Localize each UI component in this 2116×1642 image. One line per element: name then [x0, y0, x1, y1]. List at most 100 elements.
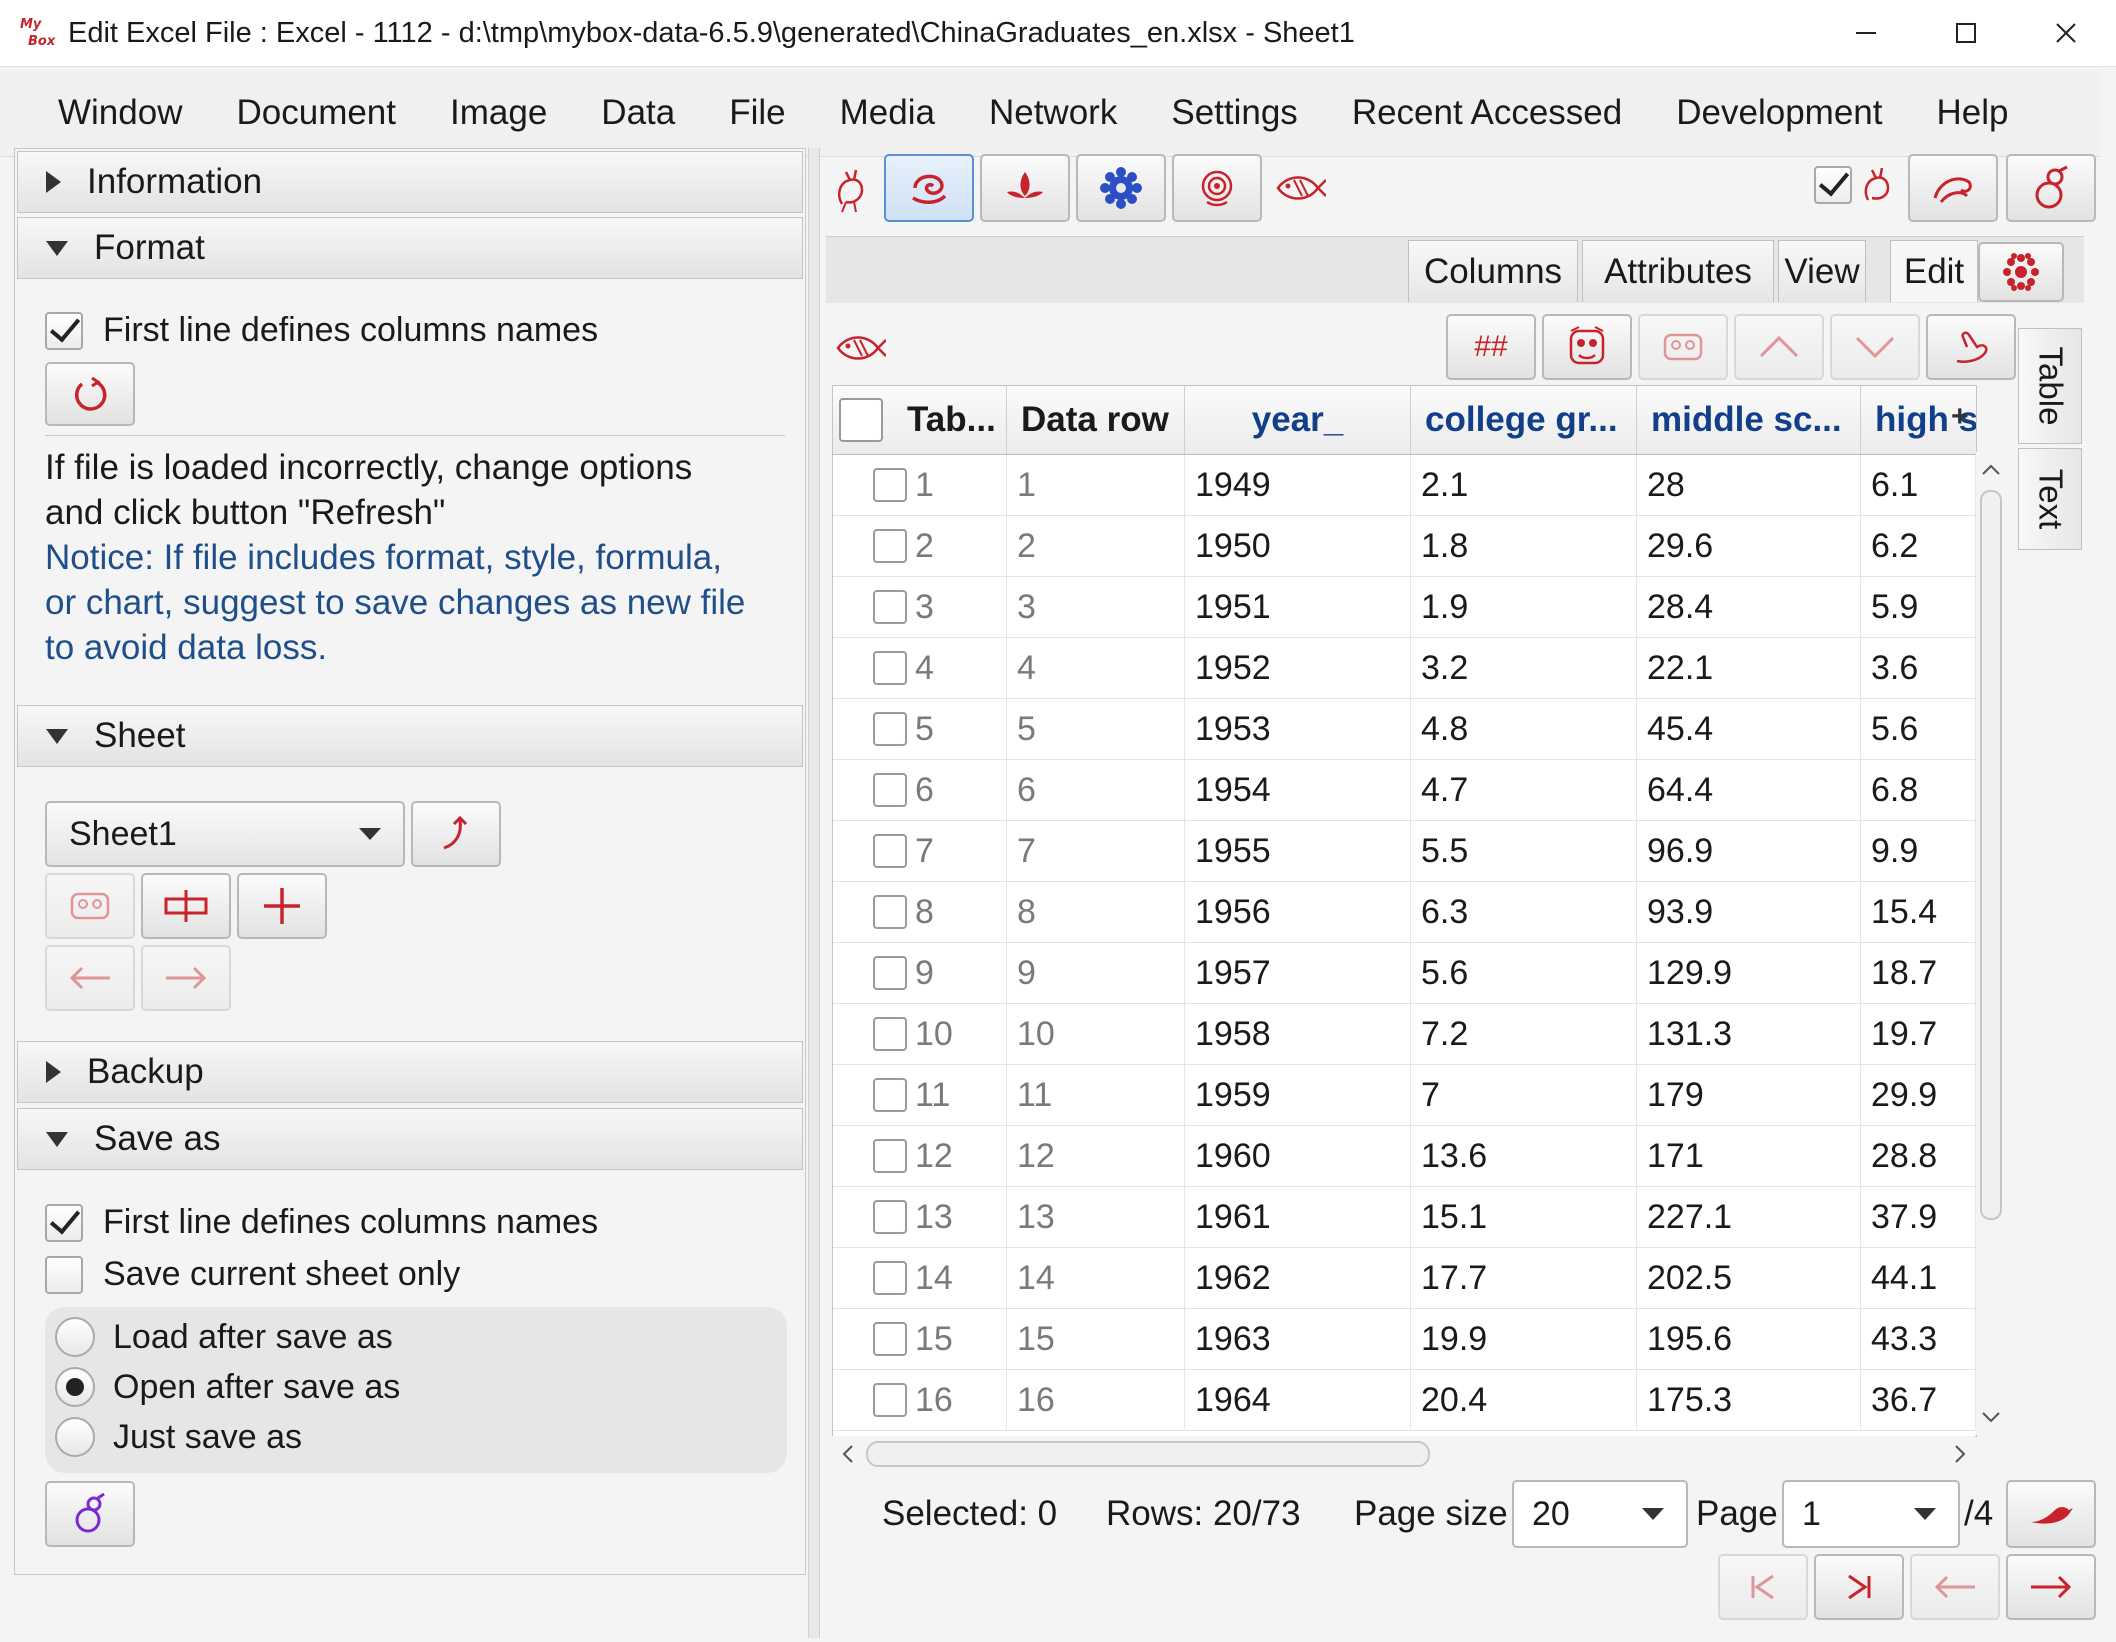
cell-year[interactable]: 1962 — [1185, 1248, 1411, 1308]
menu-help[interactable]: Help — [1909, 93, 2035, 133]
cell-year[interactable]: 1950 — [1185, 516, 1411, 576]
table-row[interactable]: 15 15 1963 19.9 195.6 43.3 — [833, 1309, 1976, 1370]
cell-high[interactable]: 44.1 — [1861, 1248, 1976, 1308]
cell-year[interactable]: 1955 — [1185, 821, 1411, 881]
select-all-checkbox[interactable] — [839, 398, 883, 442]
cell-high[interactable]: 18.7 — [1861, 943, 1976, 1003]
cell-year[interactable]: 1959 — [1185, 1065, 1411, 1125]
cell-table-index[interactable]: 11 — [833, 1065, 1007, 1125]
cell-college[interactable]: 1.8 — [1411, 516, 1637, 576]
cell-middle[interactable]: 64.4 — [1637, 760, 1861, 820]
cell-data-row[interactable]: 2 — [1007, 516, 1185, 576]
cell-data-row[interactable]: 9 — [1007, 943, 1185, 1003]
cell-data-row[interactable]: 7 — [1007, 821, 1185, 881]
cell-high[interactable]: 43.3 — [1861, 1309, 1976, 1369]
toolbar-settings-button[interactable] — [1076, 154, 1166, 222]
cell-data-row[interactable]: 12 — [1007, 1126, 1185, 1186]
table-row[interactable]: 10 10 1958 7.2 131.3 19.7 — [833, 1004, 1976, 1065]
format-first-line-checkbox[interactable]: First line defines columns names — [45, 310, 598, 350]
saveas-first-line-checkbox[interactable]: First line defines columns names — [45, 1202, 598, 1242]
cell-high[interactable]: 36.7 — [1861, 1370, 1976, 1430]
move-up-button[interactable] — [1734, 314, 1824, 380]
cell-middle[interactable]: 93.9 — [1637, 882, 1861, 942]
table-row[interactable]: 2 2 1950 1.8 29.6 6.2 — [833, 516, 1976, 577]
cell-table-index[interactable]: 13 — [833, 1187, 1007, 1247]
cell-year[interactable]: 1953 — [1185, 699, 1411, 759]
scroll-down-icon[interactable] — [1976, 1405, 2006, 1429]
table-row[interactable]: 16 16 1964 20.4 175.3 36.7 — [833, 1370, 1976, 1431]
cell-college[interactable]: 6.3 — [1411, 882, 1637, 942]
cell-data-row[interactable]: 3 — [1007, 577, 1185, 637]
cell-data-row[interactable]: 16 — [1007, 1370, 1185, 1430]
header-college-graduates[interactable]: college gr... — [1411, 386, 1637, 454]
previous-sheet-button[interactable] — [45, 945, 135, 1011]
row-checkbox[interactable] — [873, 773, 907, 807]
section-format[interactable]: Format — [17, 217, 803, 279]
cell-table-index[interactable]: 16 — [833, 1370, 1007, 1430]
table-row[interactable]: 6 6 1954 4.7 64.4 6.8 — [833, 760, 1976, 821]
row-checkbox[interactable] — [873, 468, 907, 502]
tab-attributes[interactable]: Attributes — [1582, 240, 1774, 302]
cell-table-index[interactable]: 3 — [833, 577, 1007, 637]
tab-edit[interactable]: Edit — [1890, 240, 1978, 302]
cell-college[interactable]: 7 — [1411, 1065, 1637, 1125]
cell-data-row[interactable]: 8 — [1007, 882, 1185, 942]
cell-college[interactable]: 4.8 — [1411, 699, 1637, 759]
radio-unselected[interactable] — [55, 1317, 95, 1357]
menu-network[interactable]: Network — [962, 93, 1144, 133]
row-checkbox[interactable] — [873, 834, 907, 868]
delete-sheet-button[interactable] — [45, 873, 135, 939]
menu-media[interactable]: Media — [813, 93, 962, 133]
cell-table-index[interactable]: 14 — [833, 1248, 1007, 1308]
save-current-sheet-checkbox[interactable]: Save current sheet only — [45, 1255, 460, 1294]
menu-settings[interactable]: Settings — [1144, 93, 1324, 133]
cell-high[interactable]: 37.9 — [1861, 1187, 1976, 1247]
row-checkbox[interactable] — [873, 1078, 907, 1112]
cell-data-row[interactable]: 4 — [1007, 638, 1185, 698]
cell-table-index[interactable]: 8 — [833, 882, 1007, 942]
minimize-button[interactable] — [1816, 0, 1916, 66]
cell-college[interactable]: 13.6 — [1411, 1126, 1637, 1186]
menu-recent-accessed[interactable]: Recent Accessed — [1325, 93, 1649, 133]
tab-view[interactable]: View — [1778, 240, 1866, 302]
maximize-button[interactable] — [1916, 0, 2016, 66]
cell-high[interactable]: 5.6 — [1861, 699, 1976, 759]
cell-middle[interactable]: 29.6 — [1637, 516, 1861, 576]
cell-data-row[interactable]: 1 — [1007, 455, 1185, 515]
toolbar-swirl-button[interactable] — [884, 154, 974, 222]
cell-high[interactable]: 15.4 — [1861, 882, 1976, 942]
row-checkbox[interactable] — [873, 895, 907, 929]
cell-high[interactable]: 6.8 — [1861, 760, 1976, 820]
cell-college[interactable]: 2.1 — [1411, 455, 1637, 515]
table-row[interactable]: 4 4 1952 3.2 22.1 3.6 — [833, 638, 1976, 699]
section-save-as[interactable]: Save as — [17, 1108, 803, 1170]
move-down-button[interactable] — [1830, 314, 1920, 380]
menu-development[interactable]: Development — [1649, 93, 1909, 133]
row-checkbox[interactable] — [873, 1383, 907, 1417]
cell-middle[interactable]: 179 — [1637, 1065, 1861, 1125]
toolbar-wind-button[interactable] — [1908, 154, 1998, 222]
cell-table-index[interactable]: 12 — [833, 1126, 1007, 1186]
horizontal-scrollbar[interactable] — [832, 1436, 1975, 1472]
toolbar-gourd-button[interactable] — [2006, 154, 2096, 222]
page-select[interactable]: 1 — [1782, 1480, 1960, 1548]
toolbar-lotus-button[interactable] — [980, 154, 1070, 222]
radio-load-after-save[interactable]: Load after save as — [55, 1317, 393, 1357]
vtab-table[interactable]: Table — [2018, 328, 2082, 444]
cell-middle[interactable]: 22.1 — [1637, 638, 1861, 698]
menu-window[interactable]: Window — [0, 93, 209, 133]
cell-year[interactable]: 1951 — [1185, 577, 1411, 637]
row-checkbox[interactable] — [873, 712, 907, 746]
header-data-row[interactable]: Data row — [1007, 386, 1185, 454]
split-divider[interactable] — [808, 148, 820, 1638]
cell-middle[interactable]: 45.4 — [1637, 699, 1861, 759]
scroll-right-icon[interactable] — [1948, 1436, 1972, 1472]
previous-page-button[interactable] — [1910, 1554, 2000, 1620]
cell-year[interactable]: 1956 — [1185, 882, 1411, 942]
page-size-select[interactable]: 20 — [1512, 1480, 1688, 1548]
first-page-button[interactable] — [1718, 1554, 1808, 1620]
row-checkbox[interactable] — [873, 590, 907, 624]
cell-data-row[interactable]: 14 — [1007, 1248, 1185, 1308]
radio-unselected[interactable] — [55, 1417, 95, 1457]
mask-disabled-button[interactable] — [1638, 314, 1728, 380]
